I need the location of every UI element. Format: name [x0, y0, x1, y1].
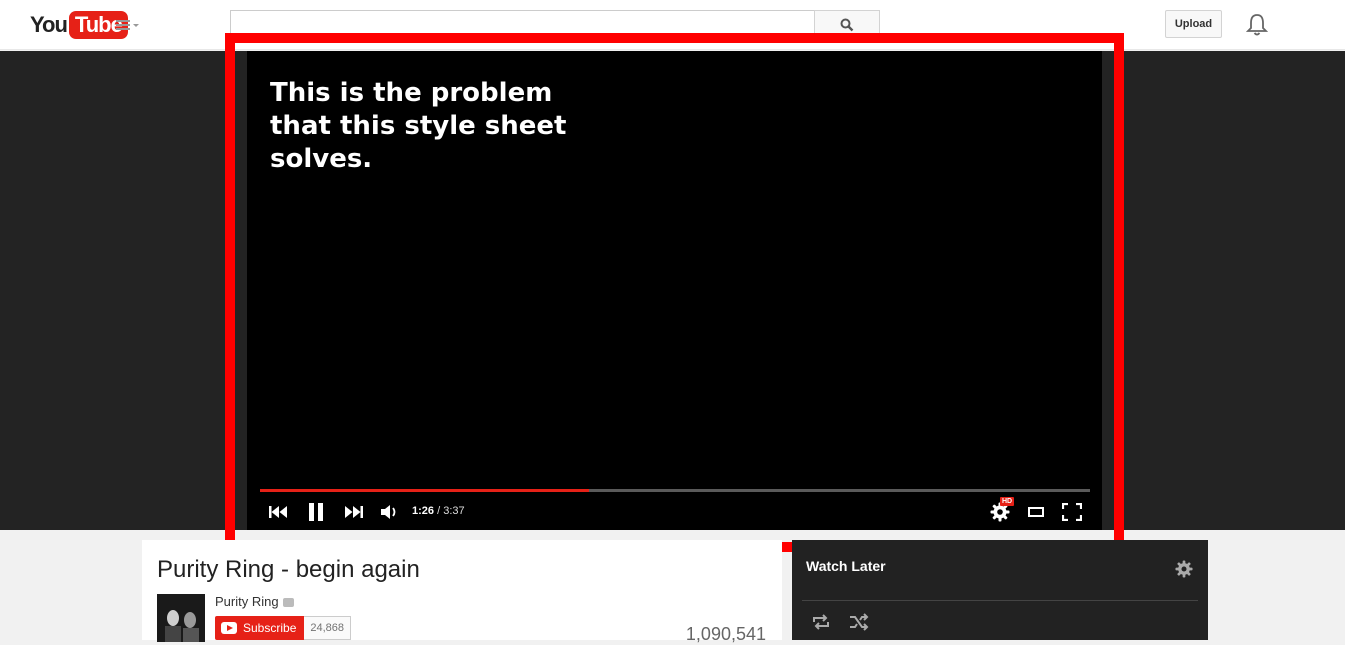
time-display: 1:26 / 3:37 — [412, 505, 465, 517]
search-input[interactable] — [230, 10, 815, 39]
subscriber-count: 24,868 — [304, 616, 352, 640]
youtube-logo[interactable]: You Tube — [30, 11, 128, 39]
skip-next-icon — [345, 506, 363, 518]
hamburger-icon — [116, 20, 139, 30]
playlist-settings-button[interactable] — [1175, 560, 1193, 578]
volume-button[interactable] — [379, 503, 401, 521]
next-button[interactable] — [343, 503, 365, 521]
theater-mode-icon — [1028, 507, 1044, 517]
hd-badge: HD — [1000, 497, 1015, 506]
progress-bar[interactable] — [260, 489, 1090, 492]
upload-button[interactable]: Upload — [1165, 10, 1222, 38]
subscribe-button[interactable]: Subscribe — [215, 616, 305, 640]
verified-icon — [282, 598, 294, 608]
youtube-play-icon — [221, 622, 237, 634]
playlist-divider — [802, 600, 1198, 601]
theater-mode-button[interactable] — [1026, 503, 1046, 521]
fullscreen-button[interactable] — [1061, 503, 1083, 521]
volume-icon — [381, 505, 396, 519]
player-controls: 1:26 / 3:37 HD — [247, 497, 1102, 527]
logo-you: You — [30, 12, 68, 37]
video-title: Purity Ring - begin again — [157, 556, 420, 583]
video-caption: This is the problem that this style shee… — [270, 78, 567, 174]
bell-icon — [1245, 14, 1269, 36]
shuffle-icon — [850, 613, 869, 631]
channel-avatar[interactable] — [157, 594, 205, 642]
masthead: You Tube Upload — [0, 0, 1345, 50]
fullscreen-icon — [1062, 503, 1082, 521]
progress-played — [260, 489, 589, 492]
search-button[interactable] — [814, 10, 880, 39]
current-time: 1:26 — [412, 505, 435, 517]
guide-menu-button[interactable] — [116, 17, 142, 33]
search-bar — [230, 10, 880, 39]
channel-name-row: Purity Ring — [215, 594, 294, 609]
previous-button[interactable] — [267, 503, 289, 521]
search-icon — [840, 18, 854, 31]
video-info-card: Purity Ring - begin again Purity Ring Su… — [142, 540, 782, 644]
shuffle-button[interactable] — [848, 613, 870, 631]
gear-icon — [1175, 560, 1193, 578]
duration: / 3:37 — [434, 505, 465, 517]
subscribe-label: Subscribe — [243, 621, 297, 635]
notifications-button[interactable] — [1245, 13, 1269, 37]
subscribe-group: Subscribe 24,868 — [215, 616, 352, 640]
playlist-panel: Watch Later — [792, 540, 1208, 640]
pause-button[interactable] — [306, 503, 326, 521]
view-count: 1,090,541 — [685, 624, 766, 644]
loop-icon — [813, 614, 829, 630]
channel-avatar-image — [157, 594, 205, 642]
loop-button[interactable] — [810, 613, 832, 631]
playlist-title[interactable]: Watch Later — [806, 558, 886, 574]
skip-previous-icon — [269, 506, 287, 518]
pause-icon — [309, 503, 323, 521]
channel-name[interactable]: Purity Ring — [215, 594, 279, 609]
video-player[interactable]: This is the problem that this style shee… — [247, 51, 1102, 530]
